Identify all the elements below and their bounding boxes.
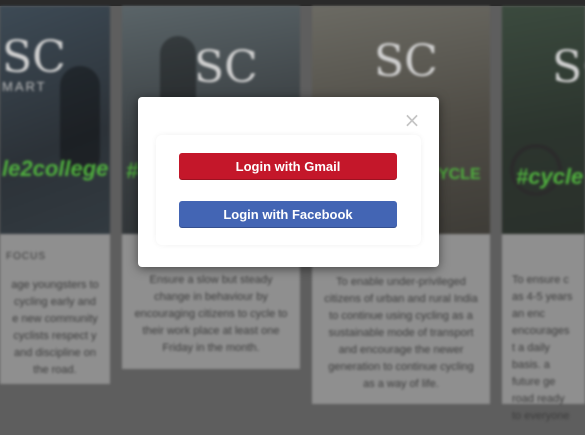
login-options-panel: [156, 135, 421, 245]
login-with-gmail-button[interactable]: Login with Gmail: [179, 153, 397, 180]
login-with-facebook-button[interactable]: Login with Facebook: [179, 201, 397, 228]
close-icon[interactable]: ×: [403, 110, 421, 130]
login-modal: × Login with Gmail Login with Facebook: [138, 97, 439, 267]
